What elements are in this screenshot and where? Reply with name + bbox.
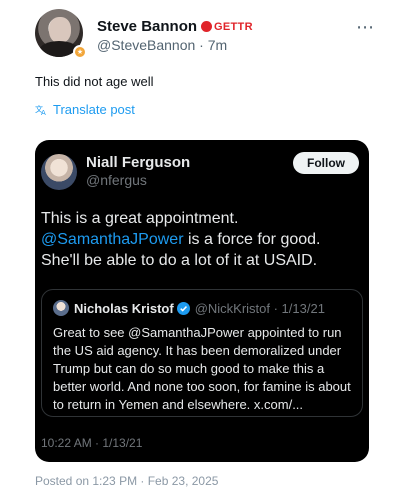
inner-author-handle-date: @NickKristof · 1/13/21 [194, 300, 325, 316]
follow-button[interactable]: Follow [293, 152, 359, 174]
quoted-post-timestamp[interactable]: 10:22 AM · 1/13/21 [41, 436, 142, 450]
inner-quote-text: Great to see @SamanthaJPower appointed t… [53, 325, 351, 412]
author-handle-row: @SteveBannon · 7m [97, 37, 227, 53]
more-options-icon[interactable]: ⋯ [356, 18, 375, 36]
translate-icon: 文 A [35, 104, 46, 116]
translate-label[interactable]: Translate post [53, 102, 135, 117]
quoted-author-avatar[interactable] [41, 154, 77, 190]
mention-link[interactable]: @SamanthaJPower [41, 231, 184, 248]
gettr-logo-icon [201, 21, 213, 32]
author-display-name[interactable]: Steve Bannon [97, 18, 197, 35]
inner-author-name[interactable]: Nicholas Kristof [74, 301, 174, 316]
author-name-row[interactable]: Steve Bannon GETTR [97, 18, 253, 35]
svg-text:A: A [41, 109, 46, 116]
gettr-platform-tag: GETTR [214, 20, 253, 33]
quoted-text-before: This is a great appointment. [41, 210, 239, 227]
avatar-face [49, 17, 71, 43]
translate-post-link[interactable]: 文 A Translate post [35, 102, 135, 117]
inner-quoted-post[interactable]: Nicholas Kristof @NickKristof · 1/13/21 … [41, 289, 363, 417]
inner-quote-header: Nicholas Kristof @NickKristof · 1/13/21 [53, 300, 325, 316]
quoted-author-name[interactable]: Niall Ferguson [86, 154, 190, 171]
quoted-post-card[interactable]: Niall Ferguson @nfergus Follow This is a… [35, 140, 369, 462]
posted-on-date: Posted on 1:23 PM · Feb 23, 2025 [35, 474, 219, 488]
post-text: This did not age well [35, 74, 154, 89]
author-handle[interactable]: @SteveBannon [97, 37, 195, 53]
quoted-post-text: This is a great appointment. @SamanthaJP… [41, 208, 363, 271]
inner-author-avatar[interactable] [53, 300, 69, 316]
quoted-author-handle[interactable]: @nfergus [86, 172, 147, 188]
post-header: ★ Steve Bannon GETTR @SteveBannon · 7m ⋯ [35, 9, 375, 59]
verified-badge-icon [176, 301, 190, 315]
separator-dot: · [199, 37, 208, 53]
post-age: 7m [207, 37, 228, 53]
gold-badge-icon: ★ [73, 45, 87, 59]
